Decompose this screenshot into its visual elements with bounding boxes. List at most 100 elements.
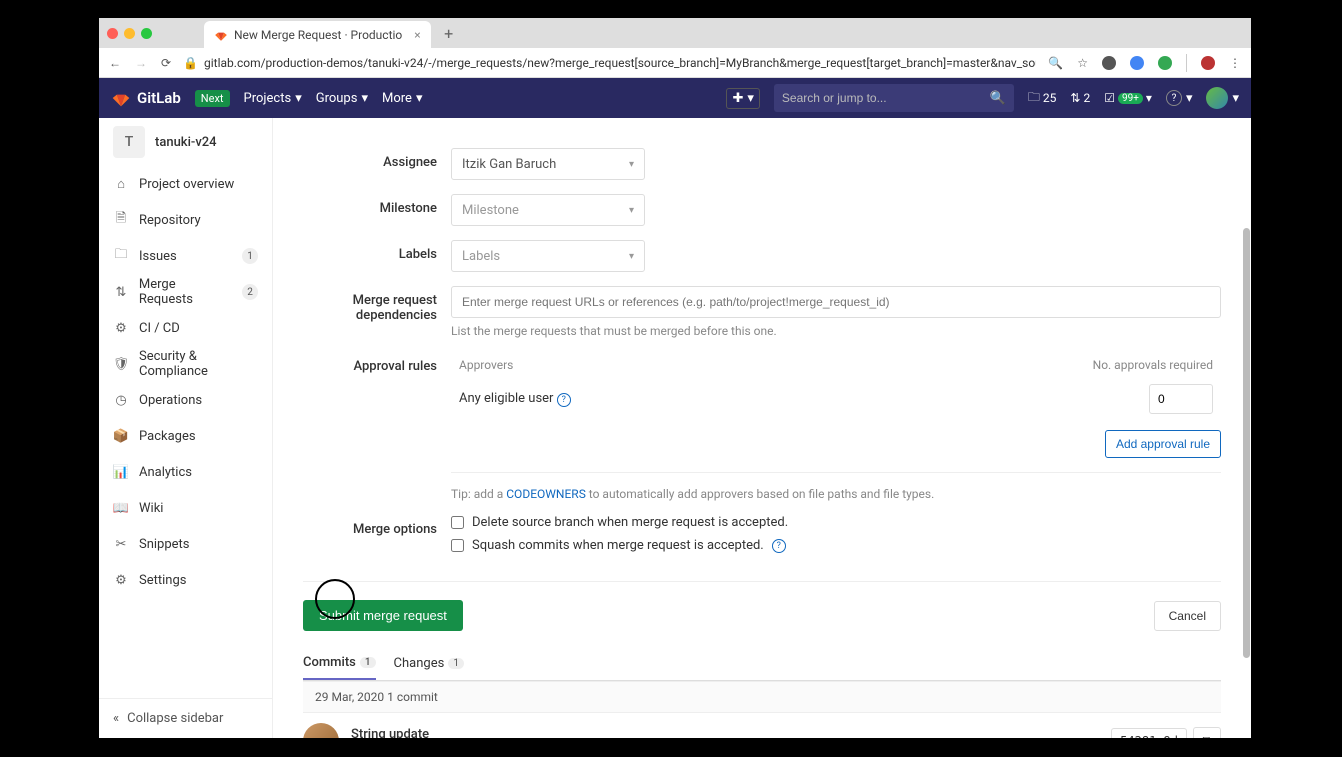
issues-counter[interactable]: 🗀25 xyxy=(1028,88,1057,109)
new-tab-button[interactable]: + xyxy=(437,21,461,45)
help-icon[interactable]: ? xyxy=(772,539,786,553)
rocket-icon: ⚙ xyxy=(113,321,129,336)
menu-icon[interactable]: ⋮ xyxy=(1229,56,1241,70)
scrollbar-thumb[interactable] xyxy=(1243,228,1250,658)
collapse-icon: « xyxy=(113,711,119,726)
chart-icon: 📊 xyxy=(113,465,129,480)
forward-button[interactable]: → xyxy=(135,56,147,70)
chevron-down-icon: ▾ xyxy=(1146,91,1152,105)
sidebar-item-analytics[interactable]: 📊 Analytics xyxy=(99,454,272,490)
extension-icon[interactable] xyxy=(1130,56,1144,70)
nav-more[interactable]: More▾ xyxy=(382,91,422,106)
sidebar-item-label: Analytics xyxy=(139,465,192,480)
star-icon[interactable]: ☆ xyxy=(1077,56,1088,70)
profile-icon[interactable] xyxy=(1201,56,1215,70)
sidebar-item-merge-requests[interactable]: ⇅Merge Requests2 xyxy=(99,274,272,310)
extension-icon[interactable] xyxy=(1102,56,1116,70)
main-content: Assignee Itzik Gan Baruch ▾ Milestone Mi… xyxy=(273,118,1251,738)
scrollbar[interactable] xyxy=(1241,68,1251,718)
copy-sha-button[interactable]: ⧉ xyxy=(1193,727,1221,738)
zoom-icon[interactable]: 🔍 xyxy=(1048,56,1063,70)
sidebar-item-settings[interactable]: ⚙ Settings xyxy=(99,562,272,598)
browser-tab[interactable]: New Merge Request · Productio × xyxy=(204,21,431,49)
brand[interactable]: GitLab xyxy=(111,88,181,108)
separator xyxy=(451,472,1221,473)
sidebar-item-operations[interactable]: ◷Operations xyxy=(99,382,272,418)
mr-deps-input[interactable] xyxy=(451,286,1221,318)
sidebar-item-repository[interactable]: 🗎Repository xyxy=(99,202,272,238)
commit-sha[interactable]: 54281e9d xyxy=(1111,728,1187,738)
mr-counter[interactable]: ⇅2 xyxy=(1070,91,1090,105)
commit-row[interactable]: String update Itzik Gan Baruch authored … xyxy=(303,713,1221,738)
avatar xyxy=(303,723,339,738)
collapse-sidebar[interactable]: « Collapse sidebar xyxy=(99,698,272,738)
search-input[interactable] xyxy=(782,91,982,105)
search-box[interactable]: 🔍 xyxy=(774,84,1014,112)
chevron-down-icon: ▾ xyxy=(1186,91,1193,106)
window-close-icon[interactable] xyxy=(107,28,118,39)
approvals-count-input[interactable] xyxy=(1149,384,1213,414)
tab-changes[interactable]: Changes 1 xyxy=(394,647,464,680)
sidebar-item-packages[interactable]: 📦Packages xyxy=(99,418,272,454)
sidebar-item-issues[interactable]: 🗀Issues1 xyxy=(99,238,272,274)
labels-placeholder: Labels xyxy=(462,249,500,264)
reload-button[interactable]: ⟳ xyxy=(161,56,171,70)
sidebar-item-snippets[interactable]: ✂Snippets xyxy=(99,526,272,562)
tab-commits[interactable]: Commits 1 xyxy=(303,647,376,680)
window-minimize-icon[interactable] xyxy=(124,28,135,39)
nav-groups[interactable]: Groups▾ xyxy=(316,91,368,106)
nav-projects[interactable]: Projects▾ xyxy=(244,91,302,106)
milestone-dropdown[interactable]: Milestone ▾ xyxy=(451,194,645,226)
sidebar-item-cicd[interactable]: ⚙ CI / CD xyxy=(99,310,272,346)
approvals-required-header: No. approvals required xyxy=(1093,358,1213,372)
chevron-down-icon: ▾ xyxy=(361,91,368,106)
window-maximize-icon[interactable] xyxy=(141,28,152,39)
extension-icon[interactable] xyxy=(1158,56,1172,70)
back-button[interactable]: ← xyxy=(109,56,121,70)
codeowners-tip: Tip: add a CODEOWNERS to automatically a… xyxy=(451,487,1221,501)
plus-menu[interactable]: ✚▾ xyxy=(726,88,759,109)
milestone-placeholder: Milestone xyxy=(462,203,519,218)
url-field[interactable]: 🔒 gitlab.com/production-demos/tanuki-v24… xyxy=(183,56,1036,70)
mr-deps-label: Merge request dependencies xyxy=(303,286,451,338)
project-name: tanuki-v24 xyxy=(155,135,217,150)
home-icon: ⌂ xyxy=(113,176,129,192)
sidebar-item-label: CI / CD xyxy=(139,321,180,336)
project-header[interactable]: T tanuki-v24 xyxy=(99,118,272,166)
chevron-down-icon: ▾ xyxy=(629,159,634,170)
chevron-down-icon: ▾ xyxy=(295,91,302,106)
squash-commits-checkbox[interactable] xyxy=(451,539,464,552)
assignee-dropdown[interactable]: Itzik Gan Baruch ▾ xyxy=(451,148,645,180)
squash-commits-option[interactable]: Squash commits when merge request is acc… xyxy=(451,538,1221,553)
sidebar-item-overview[interactable]: ⌂Project overview xyxy=(99,166,272,202)
cancel-button[interactable]: Cancel xyxy=(1154,601,1221,631)
help-menu[interactable]: ?▾ xyxy=(1166,90,1193,106)
address-bar: ← → ⟳ 🔒 gitlab.com/production-demos/tanu… xyxy=(99,48,1251,78)
count-badge: 1 xyxy=(360,657,376,668)
sidebar-item-label: Settings xyxy=(139,573,186,588)
delete-source-branch-checkbox[interactable] xyxy=(451,516,464,529)
mr-icon: ⇅ xyxy=(113,285,129,300)
user-menu[interactable]: ▾ xyxy=(1206,87,1239,109)
next-badge[interactable]: Next xyxy=(195,90,230,107)
gear-icon: ⚙ xyxy=(113,573,129,588)
help-icon: ? xyxy=(1166,90,1182,106)
chevron-down-icon: ▾ xyxy=(747,91,754,106)
todos-counter[interactable]: ☑99+▾ xyxy=(1104,91,1152,105)
sidebar-item-label: Repository xyxy=(139,213,201,228)
codeowners-link[interactable]: CODEOWNERS xyxy=(506,487,586,501)
assignee-label: Assignee xyxy=(303,148,451,180)
project-avatar: T xyxy=(113,126,145,158)
mr-deps-help: List the merge requests that must be mer… xyxy=(451,324,1221,338)
close-tab-icon[interactable]: × xyxy=(414,28,420,42)
delete-source-branch-option[interactable]: Delete source branch when merge request … xyxy=(451,515,1221,530)
submit-merge-request-button[interactable]: Submit merge request xyxy=(303,600,463,631)
help-icon[interactable]: ? xyxy=(557,393,571,407)
sidebar-item-security[interactable]: 🛡Security & Compliance xyxy=(99,346,272,382)
lock-icon: 🔒 xyxy=(183,56,198,70)
labels-dropdown[interactable]: Labels ▾ xyxy=(451,240,645,272)
issues-icon: 🗀 xyxy=(1028,88,1040,109)
sidebar-item-wiki[interactable]: 📖Wiki xyxy=(99,490,272,526)
todo-icon: ☑ xyxy=(1104,91,1115,105)
add-approval-rule-button[interactable]: Add approval rule xyxy=(1105,430,1221,458)
